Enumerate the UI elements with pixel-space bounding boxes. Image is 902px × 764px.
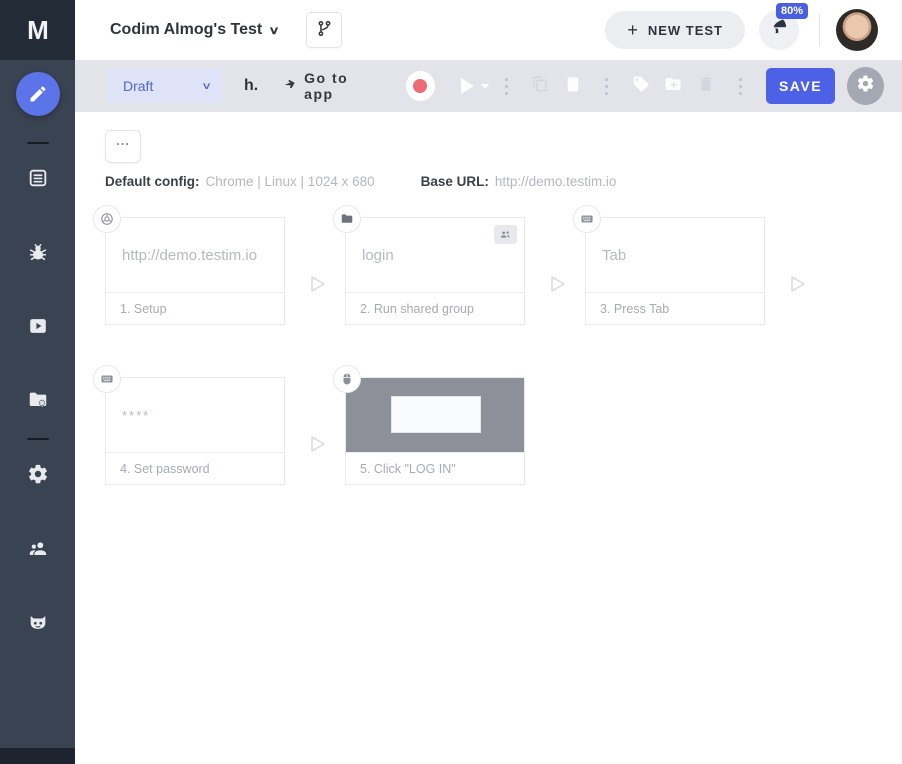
step-screenshot <box>346 378 524 452</box>
new-test-label: NEW TEST <box>647 22 723 38</box>
external-arrow-icon <box>282 78 296 95</box>
incognito-mask-icon <box>27 611 49 638</box>
config-line: Default config: Chrome | Linux | 1024 x … <box>105 174 616 189</box>
step-caption: 2. Run shared group <box>346 292 524 324</box>
step-value: Tab <box>602 246 627 264</box>
sidebar-item-editor[interactable] <box>0 60 75 128</box>
sidebar-bottom-strip <box>0 748 75 764</box>
login-button-screenshot <box>391 396 481 433</box>
flow-arrow-icon <box>311 276 325 292</box>
default-config-value[interactable]: Chrome | Linux | 1024 x 680 <box>206 174 375 189</box>
quota-badge: 80% <box>775 3 808 19</box>
team-icon <box>27 537 49 564</box>
logo-m-icon: M <box>27 14 49 45</box>
shared-steps-folder-icon <box>27 389 49 416</box>
sidebar-divider <box>26 438 49 440</box>
add-to-folder-button[interactable] <box>657 69 690 103</box>
edit-pencil-icon <box>15 72 60 116</box>
flow-arrow-icon <box>311 436 325 452</box>
sidebar-divider <box>26 142 49 144</box>
chevron-down-icon: ∨ <box>200 80 212 92</box>
paste-step-button[interactable] <box>556 69 589 103</box>
user-avatar[interactable] <box>836 9 878 51</box>
step-caption: 4. Set password <box>106 452 284 484</box>
tag-button[interactable] <box>624 69 657 103</box>
megaphone-icon <box>769 17 790 43</box>
run-video-icon <box>27 315 49 342</box>
sidebar-item-shared-steps[interactable] <box>0 380 75 424</box>
header-divider <box>819 13 820 47</box>
folder-icon <box>333 205 361 233</box>
default-config-label: Default config: <box>105 174 200 189</box>
status-label: Draft <box>123 78 154 94</box>
step-card-1[interactable]: http://demo.testim.io 1. Setup <box>93 205 285 325</box>
chevron-down-icon: ∨ <box>268 24 280 37</box>
sidebar-item-test-list[interactable] <box>0 158 75 202</box>
gear-icon <box>856 74 875 98</box>
caret-down-icon <box>480 84 489 89</box>
chrome-icon <box>93 205 121 233</box>
more-options-button[interactable]: ... <box>105 130 141 163</box>
save-button[interactable]: SAVE <box>765 68 836 104</box>
record-icon <box>413 79 428 93</box>
flow-arrow-icon <box>791 276 805 292</box>
test-name-label: Codim Almog's Test <box>110 21 263 38</box>
step-value: **** <box>122 407 151 423</box>
step-value: http://demo.testim.io <box>122 246 258 264</box>
top-header: Codim Almog's Test ∨ + NEW TEST 80% <box>75 0 902 60</box>
breadcrumb[interactable]: h. <box>244 77 258 95</box>
sidebar-item-settings[interactable] <box>0 454 75 498</box>
delete-step-button[interactable] <box>690 69 723 103</box>
sidebar: M <box>0 0 75 764</box>
toolbar-separator <box>605 77 609 95</box>
sidebar-item-runs[interactable] <box>0 306 75 350</box>
shared-group-icon <box>494 225 517 244</box>
test-canvas: ... Default config: Chrome | Linux | 102… <box>75 112 902 764</box>
step-caption: 1. Setup <box>106 292 284 324</box>
step-caption: 3. Press Tab <box>586 292 764 324</box>
play-icon <box>460 78 474 94</box>
duplicate-step-button[interactable] <box>524 69 557 103</box>
go-to-app-button[interactable]: Go to app <box>282 70 379 102</box>
new-test-button[interactable]: + NEW TEST <box>605 11 745 49</box>
status-dropdown[interactable]: Draft ∨ <box>107 69 222 103</box>
sidebar-item-incognito[interactable] <box>0 602 75 646</box>
duplicate-icon <box>531 75 549 98</box>
settings-gear-icon <box>27 463 49 490</box>
plus-icon: + <box>627 19 639 40</box>
step-card-5[interactable]: 5. Click "LOG IN" <box>333 365 525 485</box>
toolbar-separator <box>738 77 742 95</box>
test-list-icon <box>27 167 49 194</box>
test-name-dropdown[interactable]: Codim Almog's Test ∨ <box>110 21 280 39</box>
base-url-label: Base URL: <box>420 174 489 189</box>
toolbar-separator <box>504 77 508 95</box>
trash-icon <box>697 75 715 98</box>
keyboard-icon <box>93 365 121 393</box>
step-card-2[interactable]: login 2. Run shared group <box>333 205 525 325</box>
app-logo[interactable]: M <box>0 0 75 60</box>
add-to-folder-icon <box>664 75 682 98</box>
bug-icon <box>27 241 49 268</box>
keyboard-icon <box>573 205 601 233</box>
step-caption: 5. Click "LOG IN" <box>346 452 524 484</box>
editor-toolbar: Draft ∨ h. Go to app SAVE <box>75 60 902 112</box>
flow-arrow-icon <box>551 276 565 292</box>
step-card-4[interactable]: **** 4. Set password <box>93 365 285 485</box>
mouse-icon <box>333 365 361 393</box>
base-url-value[interactable]: http://demo.testim.io <box>495 174 617 189</box>
test-settings-button[interactable] <box>847 67 884 105</box>
run-test-button[interactable] <box>460 78 489 94</box>
go-to-app-label: Go to app <box>304 70 349 102</box>
branch-icon <box>315 19 334 41</box>
sidebar-item-bug[interactable] <box>0 232 75 276</box>
tag-icon <box>632 75 650 98</box>
record-button[interactable] <box>405 71 435 101</box>
testim-editor-window: M Codim Almog's Test ∨ + NEW TEST 80% Dr… <box>0 0 902 764</box>
branch-button[interactable] <box>306 12 343 48</box>
step-card-3[interactable]: Tab 3. Press Tab <box>573 205 765 325</box>
sidebar-item-team[interactable] <box>0 528 75 572</box>
step-value: login <box>362 246 394 264</box>
clipboard-icon <box>564 75 582 98</box>
